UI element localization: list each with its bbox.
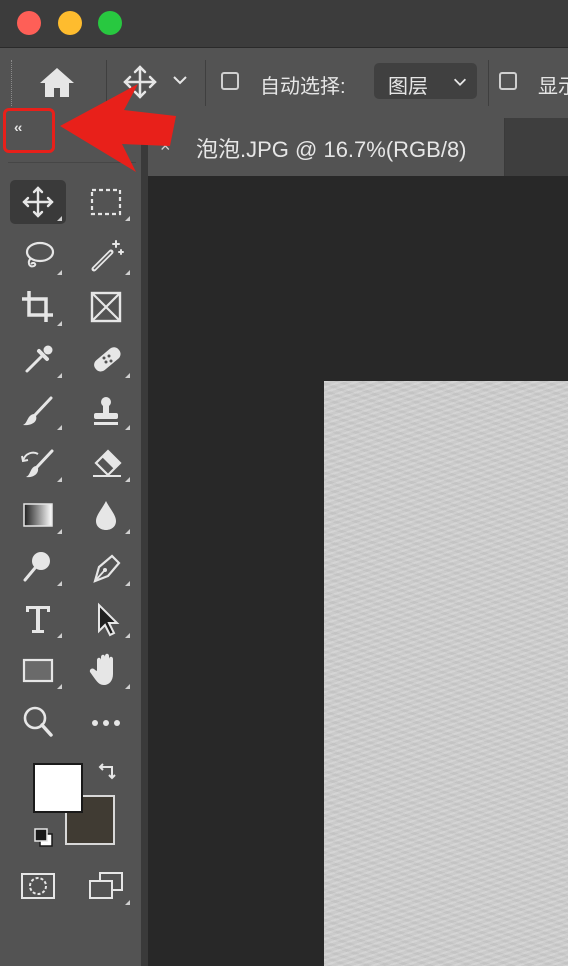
- options-bar-grip[interactable]: [11, 60, 16, 106]
- lasso-icon: [25, 241, 55, 268]
- eraser-icon: [93, 449, 122, 477]
- foreground-color-swatch[interactable]: [33, 763, 83, 813]
- history-brush-icon: [21, 449, 54, 478]
- rectangular-marquee-icon: [90, 188, 122, 216]
- auto-select-dropdown[interactable]: 图层: [374, 63, 477, 99]
- crop-tool[interactable]: [10, 285, 66, 329]
- move-preset-dropdown[interactable]: [170, 70, 190, 90]
- brush-icon: [23, 396, 53, 426]
- show-transform-checkbox[interactable]: [499, 72, 517, 90]
- quick-mask-button[interactable]: [10, 864, 66, 908]
- minimize-window-button[interactable]: [58, 11, 82, 35]
- dodge-tool[interactable]: [10, 545, 66, 589]
- move-icon: [123, 65, 157, 99]
- path-selection-tool[interactable]: [78, 597, 134, 641]
- eyedropper-icon: [25, 345, 53, 373]
- pen-icon: [93, 554, 121, 583]
- gradient-icon: [23, 503, 53, 527]
- close-tab-button[interactable]: ×: [160, 136, 171, 157]
- options-separator: [205, 60, 206, 106]
- frame-tool[interactable]: [78, 285, 134, 329]
- options-separator: [488, 60, 489, 106]
- magic-wand-icon: [91, 240, 124, 272]
- edit-toolbar-button[interactable]: [78, 700, 134, 744]
- swap-arrows-icon: [98, 763, 116, 780]
- healing-brush-tool[interactable]: [78, 337, 134, 381]
- auto-select-checkbox[interactable]: [221, 72, 239, 90]
- show-transform-label: 显示: [538, 76, 568, 98]
- close-window-button[interactable]: [17, 11, 41, 35]
- dodge-icon: [23, 552, 50, 582]
- toolbar-divider: [8, 162, 136, 163]
- eraser-tool[interactable]: [78, 441, 134, 485]
- screen-mode-icon: [89, 872, 123, 899]
- frame-icon: [90, 291, 122, 323]
- brush-tool[interactable]: [10, 389, 66, 433]
- type-tool[interactable]: [10, 597, 66, 641]
- hand-tool[interactable]: [78, 648, 134, 692]
- collapse-toolbar-button[interactable]: ‹‹: [3, 108, 55, 153]
- clone-stamp-tool[interactable]: [78, 389, 134, 433]
- drop-icon: [96, 501, 116, 530]
- history-brush-tool[interactable]: [10, 441, 66, 485]
- stamp-icon: [94, 397, 118, 425]
- lasso-tool[interactable]: [10, 234, 66, 278]
- eyedropper-tool[interactable]: [10, 337, 66, 381]
- hand-icon: [89, 653, 113, 685]
- quick-mask-icon: [21, 873, 55, 899]
- home-icon: [40, 68, 74, 97]
- default-colors-icon: [34, 828, 53, 847]
- auto-select-value: 图层: [388, 76, 428, 98]
- default-colors-button[interactable]: [32, 826, 56, 850]
- move-tool[interactable]: [10, 180, 66, 224]
- zoom-window-button[interactable]: [98, 11, 122, 35]
- document-tab-title: 泡泡.JPG @ 16.7%(RGB/8): [196, 137, 467, 162]
- more-dots-icon: [92, 720, 120, 726]
- home-button[interactable]: [35, 62, 79, 102]
- auto-select-label: 自动选择:: [260, 76, 346, 98]
- chevron-down-icon: [173, 76, 187, 85]
- rectangle-tool[interactable]: [10, 648, 66, 692]
- zoom-tool[interactable]: [10, 700, 66, 744]
- options-bar: 自动选择: 图层 显示: [0, 48, 568, 118]
- gradient-tool[interactable]: [10, 493, 66, 537]
- blur-tool[interactable]: [78, 493, 134, 537]
- crop-icon: [22, 291, 53, 322]
- collapse-label: ‹‹: [14, 119, 22, 135]
- marquee-tool[interactable]: [78, 180, 134, 224]
- tools-panel-edge: [141, 118, 148, 966]
- bandage-icon: [94, 347, 121, 372]
- swap-colors-button[interactable]: [96, 760, 120, 784]
- move-icon: [22, 186, 54, 218]
- document-image[interactable]: [324, 381, 568, 966]
- screen-mode-button[interactable]: [78, 864, 134, 908]
- rectangle-icon: [22, 658, 54, 683]
- window-title-bar: [0, 0, 568, 48]
- document-tab[interactable]: × 泡泡.JPG @ 16.7%(RGB/8): [148, 118, 505, 176]
- chevron-down-icon: [453, 78, 467, 86]
- magnifier-icon: [23, 706, 53, 737]
- cursor-arrow-icon: [98, 602, 120, 637]
- magic-wand-tool[interactable]: [78, 234, 134, 278]
- pen-tool[interactable]: [78, 545, 134, 589]
- tab-bar-empty: [505, 118, 568, 176]
- move-tool-preset[interactable]: [118, 62, 162, 102]
- options-separator: [106, 60, 107, 106]
- type-icon: [26, 606, 50, 633]
